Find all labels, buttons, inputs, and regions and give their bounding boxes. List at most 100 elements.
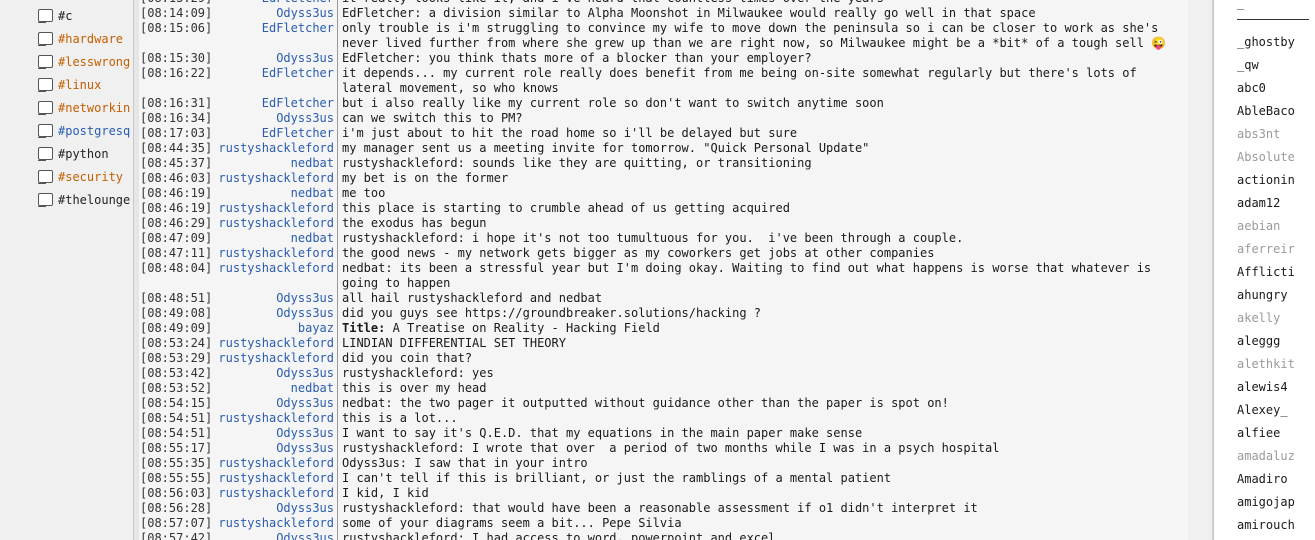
channel-sidebar: #c #hardware #lesswrong #linux #networking #p…: [0, 0, 131, 540]
user-list-item[interactable]: aferreir: [1237, 240, 1315, 258]
message-nick[interactable]: Odyss3us: [212, 291, 338, 306]
user-list-item[interactable]: abs3nt: [1237, 125, 1315, 143]
message-nick[interactable]: nedbat: [212, 186, 338, 201]
user-list-item[interactable]: akelly: [1237, 309, 1315, 327]
user-list-item[interactable]: amadaluz: [1237, 447, 1315, 465]
user-list-item[interactable]: actionin: [1237, 171, 1315, 189]
message-nick[interactable]: rustyshackleford: [212, 216, 338, 231]
message-body: LINDIAN DIFFERENTIAL SET THEORY: [342, 336, 566, 350]
sidebar-channel-item[interactable]: #c: [38, 7, 131, 25]
message-nick[interactable]: rustyshackleford: [212, 261, 338, 291]
message-text: rustyshackleford: i hope it's not too tu…: [342, 231, 1180, 246]
message-nick[interactable]: Odyss3us: [212, 396, 338, 411]
user-list-item[interactable]: alfiee: [1237, 424, 1315, 442]
message-nick[interactable]: EdFletcher: [212, 126, 338, 141]
user-list-item[interactable]: amirouch: [1237, 516, 1315, 534]
chat-message: [08:15:06] EdFletcher only trouble is i'm …: [140, 21, 1180, 51]
message-body: the exodus has begun: [342, 216, 487, 230]
user-list-item[interactable]: ahungry: [1237, 286, 1315, 304]
user-list-item[interactable]: _ghostby: [1237, 33, 1315, 51]
message-text: the good news - my network gets bigger a…: [342, 246, 1180, 261]
chat-message: [08:49:08] Odyss3us did you guys see https…: [140, 306, 1180, 321]
user-list-item[interactable]: abc0: [1237, 79, 1315, 97]
channel-label: #thelounge: [58, 193, 131, 207]
message-nick[interactable]: bayaz: [212, 321, 338, 336]
sidebar-channel-item[interactable]: #linux: [38, 76, 131, 94]
message-nick[interactable]: Odyss3us: [212, 366, 338, 381]
message-nick[interactable]: EdFletcher: [212, 96, 338, 111]
message-body: i'm just about to hit the road home so i…: [342, 126, 798, 140]
user-list-item[interactable]: Afflicti: [1237, 263, 1315, 281]
message-nick[interactable]: Odyss3us: [212, 6, 338, 21]
chat-message: [08:53:52] nedbat this is over my head: [140, 381, 1180, 396]
message-nick[interactable]: nedbat: [212, 156, 338, 171]
sidebar-channel-item[interactable]: #thelounge: [38, 191, 131, 209]
chat-message: [08:56:28] Odyss3us rustyshackleford: that…: [140, 501, 1180, 516]
message-nick[interactable]: Odyss3us: [212, 531, 338, 540]
message-timestamp: [08:55:17]: [140, 441, 213, 455]
user-list-item[interactable]: aleggg: [1237, 332, 1315, 350]
message-nick[interactable]: Odyss3us: [212, 111, 338, 126]
user-list-item[interactable]: _qw: [1237, 56, 1315, 74]
message-nick[interactable]: rustyshackleford: [212, 486, 338, 501]
message-nick[interactable]: nedbat: [212, 381, 338, 396]
message-nick[interactable]: Odyss3us: [212, 306, 338, 321]
message-text: this place is starting to crumble ahead …: [342, 201, 1180, 216]
message-text: rustyshackleford: that would have been a…: [342, 501, 1180, 516]
sidebar-channel-item[interactable]: #hardware: [38, 30, 131, 48]
channel-icon: [38, 147, 53, 161]
message-nick[interactable]: rustyshackleford: [212, 171, 338, 186]
user-list-item[interactable]: amigojap: [1237, 493, 1315, 511]
user-list-item[interactable]: alethkit: [1237, 355, 1315, 373]
message-nick[interactable]: rustyshackleford: [212, 471, 338, 486]
channel-icon: [38, 55, 53, 69]
message-nick[interactable]: Odyss3us: [212, 501, 338, 516]
chat-message: [08:45:37] nedbat rustyshackleford: sounds…: [140, 156, 1180, 171]
message-text: rustyshackleford: yes: [342, 366, 1180, 381]
user-list-item[interactable]: alewis4: [1237, 378, 1315, 396]
message-timestamp: [08:49:09]: [140, 321, 213, 335]
user-list-top-entry[interactable]: _: [1237, 0, 1315, 12]
chat-gutter: [134, 0, 139, 540]
message-nick[interactable]: rustyshackleford: [212, 246, 338, 261]
user-list-item[interactable]: adam12: [1237, 194, 1315, 212]
chat-scrollbar[interactable]: [1188, 0, 1213, 540]
message-nick[interactable]: rustyshackleford: [212, 336, 338, 351]
message-nick[interactable]: rustyshackleford: [212, 141, 338, 156]
message-nick[interactable]: Odyss3us: [212, 426, 338, 441]
message-nick[interactable]: Odyss3us: [212, 51, 338, 66]
user-list-item[interactable]: Absolute: [1237, 148, 1315, 166]
channel-label: #hardware: [58, 32, 124, 46]
message-timestamp: [08:55:55]: [140, 471, 213, 485]
message-nick[interactable]: rustyshackleford: [212, 516, 338, 531]
message-nick[interactable]: rustyshackleford: [212, 201, 338, 216]
message-list: [08:13:29]EdFletcherit really looks like…: [140, 0, 1180, 540]
message-body: did you coin that?: [342, 351, 473, 365]
sidebar-channel-item[interactable]: #lesswrong: [38, 53, 131, 71]
message-text: all hail rustyshackleford and nedbat: [342, 291, 1180, 306]
sidebar-channel-item[interactable]: #postgresql: [38, 122, 131, 140]
message-nick[interactable]: EdFletcher: [212, 66, 338, 96]
message-timestamp: [08:57:07]: [140, 516, 213, 530]
message-nick[interactable]: Odyss3us: [212, 441, 338, 456]
message-text: I want to say it's Q.E.D. that my equati…: [342, 426, 1180, 441]
message-nick[interactable]: EdFletcher: [212, 21, 338, 51]
sidebar-channel-item[interactable]: #networking: [38, 99, 131, 117]
message-text: this is over my head: [342, 381, 1180, 396]
sidebar-channel-item[interactable]: #security: [38, 168, 131, 186]
message-nick[interactable]: rustyshackleford: [212, 411, 338, 426]
user-list-item[interactable]: aebian: [1237, 217, 1315, 235]
channel-icon: [38, 9, 53, 23]
chat-message: [08:16:31] EdFletcher but i also really li…: [140, 96, 1180, 111]
message-nick[interactable]: rustyshackleford: [212, 456, 338, 471]
message-body: I kid, I kid: [342, 486, 429, 500]
user-list-item[interactable]: Alexey_: [1237, 401, 1315, 419]
message-body: Odyss3us: I saw that in your intro: [342, 456, 588, 470]
chat-message: [08:46:29] rustyshackleford the exodus has…: [140, 216, 1180, 231]
message-timestamp: [08:53:52]: [140, 381, 213, 395]
message-nick[interactable]: rustyshackleford: [212, 351, 338, 366]
sidebar-channel-item[interactable]: #python: [38, 145, 131, 163]
user-list-item[interactable]: AbleBaco: [1237, 102, 1315, 120]
user-list-item[interactable]: Amadiro: [1237, 470, 1315, 488]
message-nick[interactable]: nedbat: [212, 231, 338, 246]
